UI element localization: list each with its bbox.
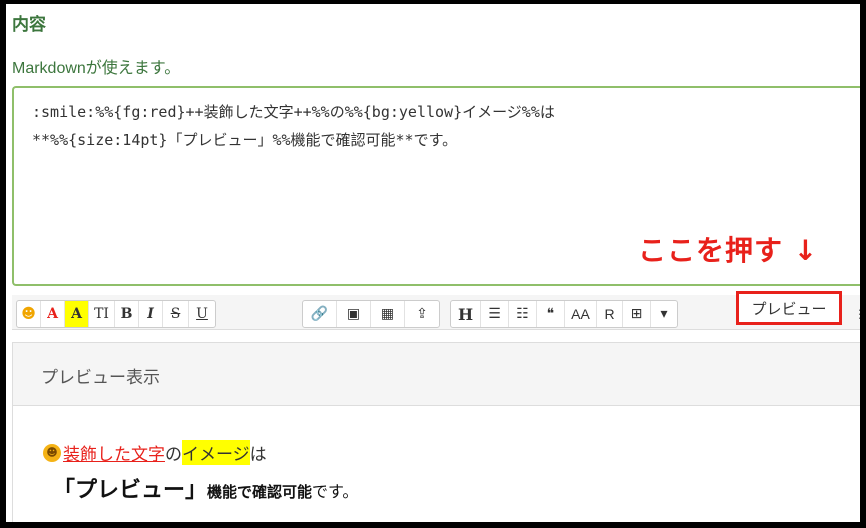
video-icon[interactable]: ▦ — [371, 301, 405, 327]
preview-particle-no: の — [165, 445, 182, 465]
heading-button[interactable]: H — [451, 301, 481, 327]
editor-toolbar: ☻ A A TI B I S U 🔗 ▣ ▦ ⇪ H ☰ ☷ ❝ AA R ⊞ … — [12, 295, 860, 330]
emoji-button[interactable]: ☻ — [17, 301, 41, 327]
editor-line-1: :smile:%%{fg:red}++装飾した文字++%%の%%{bg:yell… — [32, 103, 555, 121]
decorated-text: 装飾した文字 — [63, 445, 165, 465]
more-icon[interactable]: ⋮ — [854, 307, 860, 321]
editor-text: :smile:%%{fg:red}++装飾した文字++%%の%%{bg:yell… — [32, 98, 555, 154]
preview-header-label: プレビュー表示 — [41, 368, 160, 388]
numbered-list-icon[interactable]: ☷ — [509, 301, 537, 327]
table-icon[interactable]: ⊞ — [623, 301, 651, 327]
aa-button[interactable]: AA — [565, 301, 597, 327]
image-icon[interactable]: ▣ — [337, 301, 371, 327]
preview-bold-text: 機能で確認可能 — [207, 483, 313, 501]
highlighted-text: イメージ — [182, 440, 250, 465]
preview-big-text: 「プレビュー」 — [53, 478, 208, 503]
text-color-button[interactable]: A — [41, 301, 65, 327]
preview-line-2: 「プレビュー」 機能で確認可能 です。 — [53, 472, 358, 504]
editor-line-2: **%%{size:14pt}「プレビュー」%%機能で確認可能**です。 — [32, 131, 458, 149]
callout-annotation: ここを押す ↓ — [638, 234, 819, 267]
underline-button[interactable]: U — [189, 301, 215, 327]
font-size-button[interactable]: TI — [89, 301, 115, 327]
bold-button[interactable]: B — [115, 301, 139, 327]
insert-group: 🔗 ▣ ▦ ⇪ — [302, 300, 440, 328]
upload-icon[interactable]: ⇪ — [405, 301, 439, 327]
bg-color-button[interactable]: A — [65, 301, 89, 327]
section-title: 内容 — [12, 15, 46, 35]
smile-icon: ☻ — [43, 443, 61, 462]
markdown-hint: Markdownが使えます。 — [12, 60, 181, 77]
strike-button[interactable]: S — [163, 301, 189, 327]
preview-button[interactable]: プレビュー — [736, 291, 842, 325]
preview-line-1: ☻ 装飾した文字 の イメージ は — [43, 440, 267, 465]
link-icon[interactable]: 🔗 — [303, 301, 337, 327]
preview-panel-body: ☻ 装飾した文字 の イメージ は 「プレビュー」 機能で確認可能 です。 — [12, 406, 860, 522]
preview-tail-text: です。 — [312, 482, 359, 501]
block-group: H ☰ ☷ ❝ AA R ⊞ ▾ — [450, 300, 678, 328]
screenshot-frame: 内容 Markdownが使えます。 :smile:%%{fg:red}++装飾し… — [6, 4, 860, 522]
quote-icon[interactable]: ❝ — [537, 301, 565, 327]
preview-panel-header: プレビュー表示 — [12, 342, 860, 406]
italic-button[interactable]: I — [139, 301, 163, 327]
format-group: ☻ A A TI B I S U — [16, 300, 216, 328]
dropdown-icon[interactable]: ▾ — [651, 301, 677, 327]
r-button[interactable]: R — [597, 301, 623, 327]
bullet-list-icon[interactable]: ☰ — [481, 301, 509, 327]
preview-particle-ha: は — [249, 445, 267, 465]
